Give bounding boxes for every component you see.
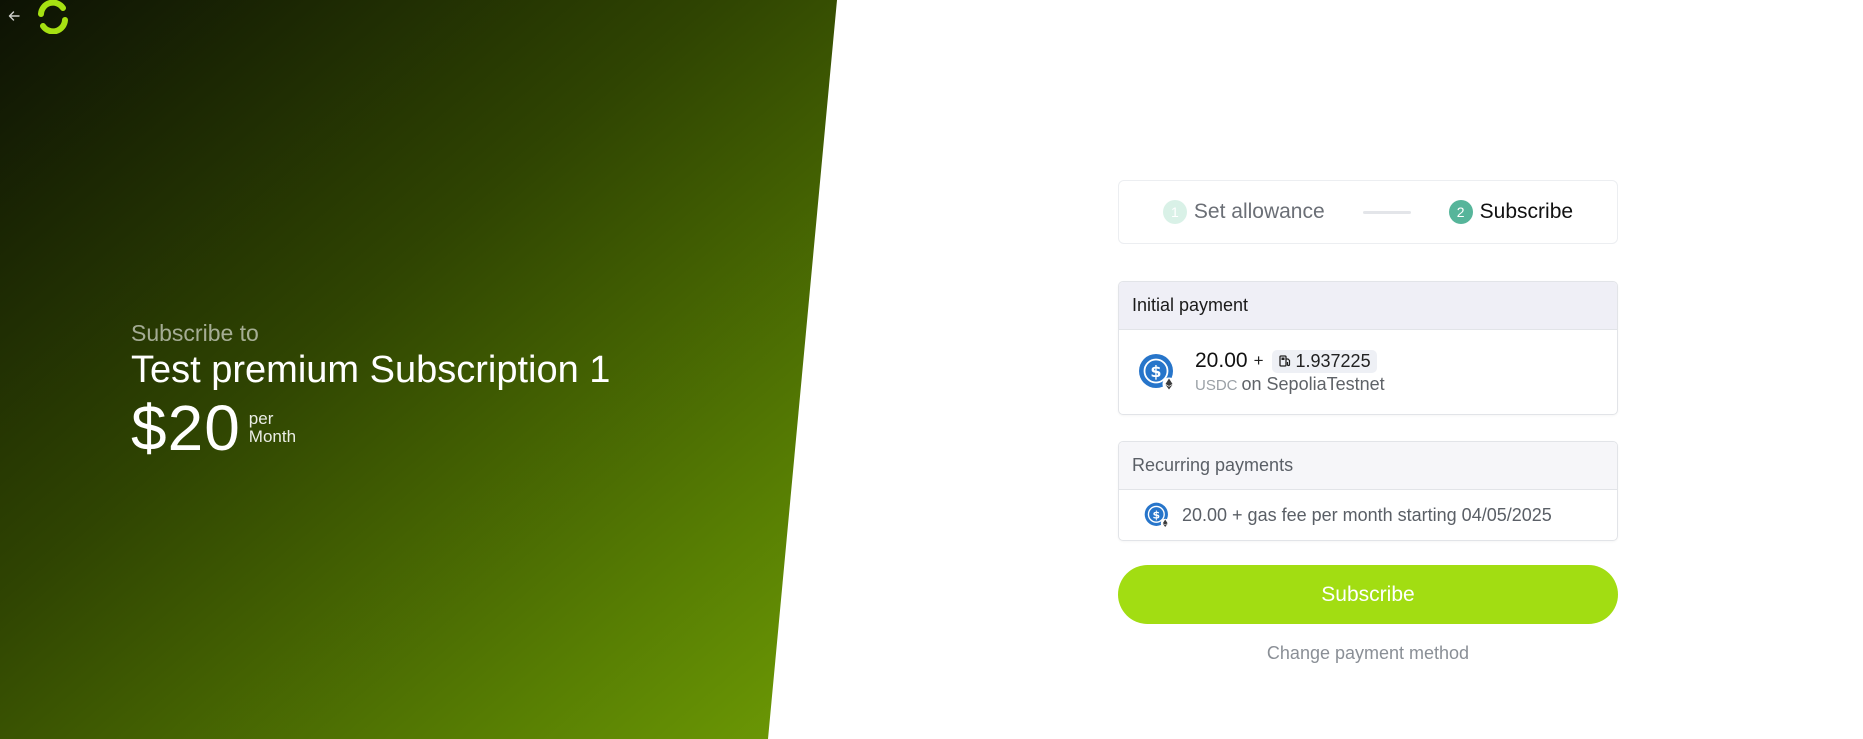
period-unit: Month [248, 427, 297, 446]
recurring-payments-header: Recurring payments [1119, 442, 1617, 490]
subscribe-button[interactable]: Subscribe [1118, 565, 1618, 624]
svg-text:$: $ [1150, 362, 1161, 381]
step-set-allowance: 1 Set allowance [1162, 200, 1325, 224]
subscription-summary: Subscribe to Test premium Subscription 1… [131, 319, 610, 463]
arrow-left-icon [8, 11, 20, 21]
initial-payment-info: 20.00 + 1.937225 USDC on SepoliaTestnet [1195, 349, 1385, 395]
subscription-checkout-page: Subscribe to Test premium Subscription 1… [0, 0, 1863, 739]
price-period: per Month [249, 410, 296, 446]
price-row: $20 per Month [131, 393, 610, 463]
step-label: Set allowance [1193, 200, 1325, 223]
subscribe-to-label: Subscribe to [131, 320, 259, 346]
usdc-coin-icon: $ [1139, 354, 1176, 391]
step-connector [1362, 210, 1411, 214]
payment-amount: 20.00 [1195, 349, 1248, 372]
recurring-payments-body: $ 20.00 + gas fee per month starting 04/… [1119, 490, 1617, 540]
step-number-badge: 1 [1162, 200, 1187, 224]
gas-fee-badge: 1.937225 [1271, 349, 1377, 373]
initial-payment-header: Initial payment [1119, 282, 1617, 330]
gas-fee-value: 1.937225 [1295, 350, 1371, 371]
initial-payment-body: $ 20.00 + 1.937225 USDC on SepoliaTestne… [1119, 330, 1617, 414]
token-network-row: USDC on SepoliaTestnet [1195, 374, 1385, 395]
network-name: on SepoliaTestnet [1241, 374, 1385, 394]
svg-text:$: $ [1153, 508, 1161, 521]
usdc-coin-icon: $ [1144, 502, 1170, 528]
recurring-payments-card: Recurring payments $ 20.00 + gas fee per… [1118, 441, 1618, 541]
plan-title: Test premium Subscription 1 [131, 349, 611, 391]
price-amount: $20 [131, 392, 241, 464]
initial-payment-card: Initial payment $ 20.00 + 1.937225 USDC … [1118, 281, 1618, 415]
plus-sign: + [1253, 351, 1264, 370]
logo-icon[interactable] [36, 0, 70, 34]
step-number-badge: 2 [1448, 200, 1473, 224]
stepper: 1 Set allowance 2 Subscribe [1118, 180, 1618, 244]
step-subscribe: 2 Subscribe [1448, 200, 1574, 224]
back-button[interactable] [4, 6, 24, 26]
step-label: Subscribe [1479, 200, 1574, 223]
gas-pump-icon [1278, 355, 1290, 367]
period-per: per [248, 409, 274, 428]
amount-row: 20.00 + 1.937225 [1195, 349, 1385, 373]
recurring-payment-text: 20.00 + gas fee per month starting 04/05… [1182, 504, 1552, 525]
token-symbol: USDC [1195, 377, 1238, 394]
change-payment-method-link[interactable]: Change payment method [1118, 643, 1618, 664]
